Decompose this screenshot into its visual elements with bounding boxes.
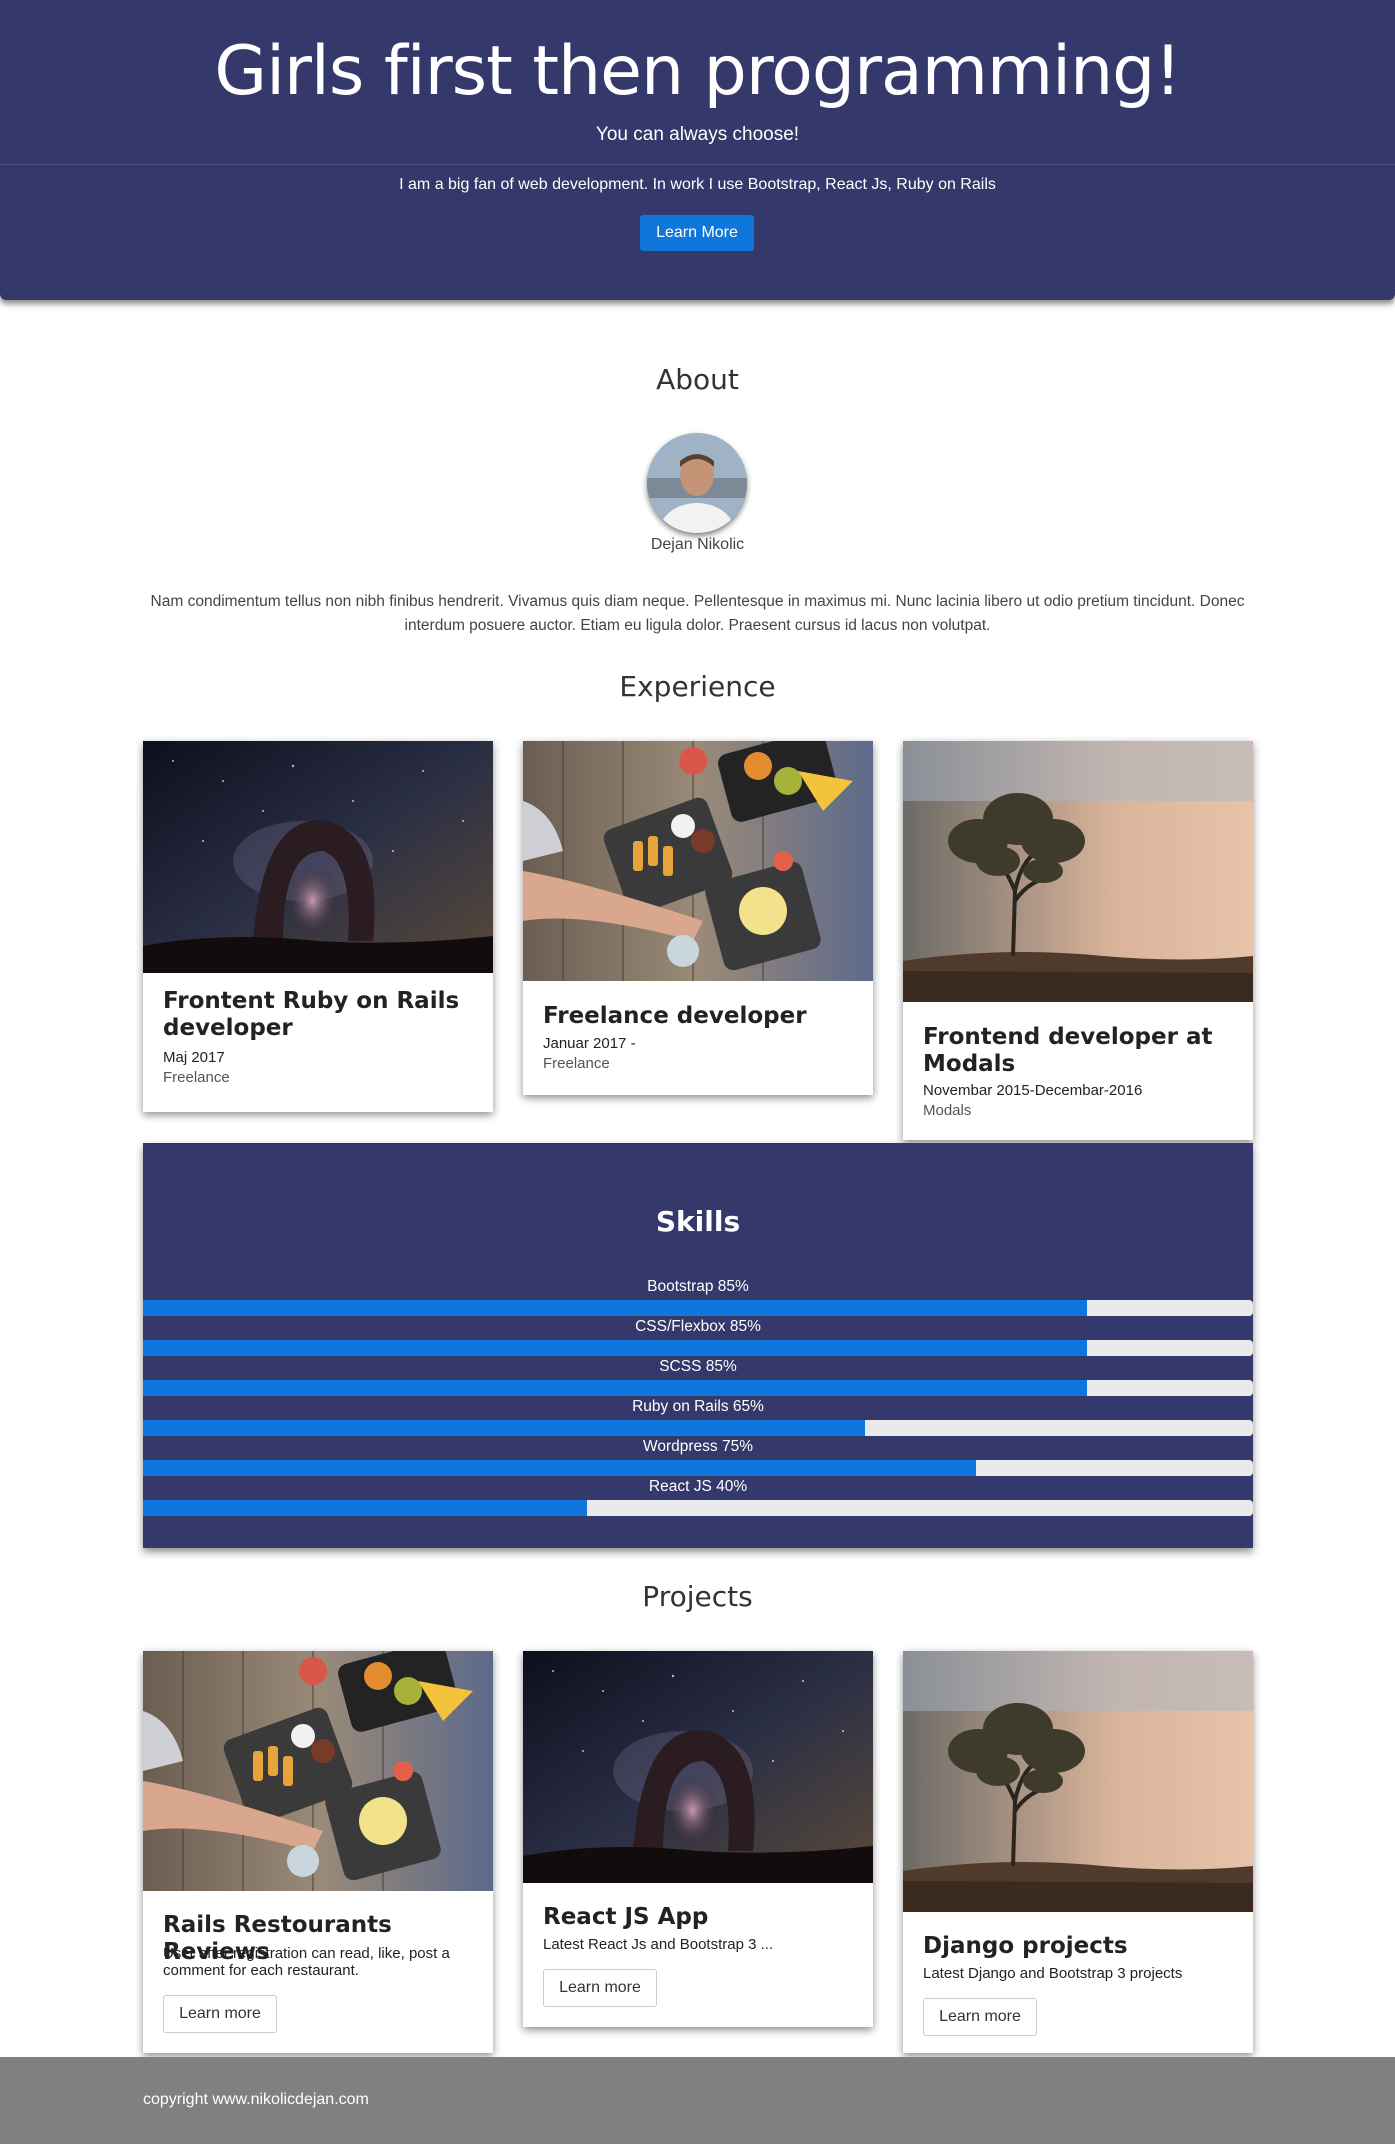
- experience-title: Experience: [619, 670, 776, 703]
- card-date: Maj 2017: [163, 1049, 225, 1066]
- card-title: Django projects: [923, 1933, 1128, 1959]
- card-company: Freelance: [163, 1069, 230, 1086]
- project-card: React JS App Latest React Js and Bootstr…: [523, 1651, 873, 2027]
- night-sky-arch-image: [523, 1651, 873, 1883]
- misty-tree-image: [903, 1651, 1253, 1912]
- skill-label: SCSS 85%: [659, 1358, 737, 1375]
- skill-progress-bar: [143, 1340, 1253, 1356]
- skill-progress-bar: [143, 1380, 1253, 1396]
- misty-tree-image: [903, 741, 1253, 1002]
- skill-progress-bar: [143, 1420, 1253, 1436]
- card-title: Frontend developer at Modals: [923, 1024, 1213, 1077]
- skill-progress-fill: [143, 1500, 587, 1516]
- skills-section: Skills Bootstrap 85% CSS/Flexbox 85% SCS…: [143, 1143, 1253, 1548]
- food-table-image: [523, 741, 873, 981]
- about-text: Nam condimentum tellus non nibh finibus …: [150, 592, 1245, 634]
- skill-progress-fill: [143, 1300, 1087, 1316]
- skill-progress-bar: [143, 1500, 1253, 1516]
- projects-title: Projects: [642, 1580, 753, 1613]
- about-title: About: [656, 363, 739, 396]
- project-card: Django projects Latest Django and Bootst…: [903, 1651, 1253, 2053]
- hero-title: Girls first then programming!: [214, 32, 1181, 111]
- card-description: User after registration can read, like, …: [163, 1945, 450, 1979]
- card-date: Januar 2017 -: [543, 1035, 636, 1052]
- skill-label: React JS 40%: [648, 1478, 748, 1495]
- skill-label: Wordpress 75%: [643, 1438, 753, 1455]
- skills-title: Skills: [655, 1205, 741, 1238]
- experience-card: Frontent Ruby on Rails developer Maj 201…: [143, 741, 493, 1112]
- card-company: Freelance: [543, 1055, 610, 1072]
- card-title: Freelance developer: [543, 1003, 807, 1029]
- skill-label: Bootstrap 85%: [647, 1278, 749, 1295]
- footer-copyright: copyright www.nikolicdejan.com: [143, 2091, 369, 2108]
- hero-section: Girls first then programming! You can al…: [0, 0, 1395, 300]
- learn-more-button[interactable]: Learn more: [543, 1969, 657, 2007]
- skill-label: CSS/Flexbox 85%: [635, 1318, 761, 1335]
- hero-divider: [0, 164, 1395, 165]
- skill-label: Ruby on Rails 65%: [632, 1398, 764, 1415]
- avatar-name: Dejan Nikolic: [650, 536, 745, 553]
- learn-more-button[interactable]: Learn more: [923, 1998, 1037, 2036]
- skill-progress-fill: [143, 1380, 1087, 1396]
- card-description: Latest Django and Bootstrap 3 projects: [923, 1965, 1183, 1982]
- skill-progress-fill: [143, 1460, 976, 1476]
- skill-progress-fill: [143, 1420, 865, 1436]
- hero-description: I am a big fan of web development. In wo…: [399, 176, 996, 193]
- avatar: [647, 433, 747, 533]
- learn-more-button[interactable]: Learn More: [640, 215, 754, 251]
- card-title: React JS App: [543, 1904, 709, 1930]
- experience-card: Frontend developer at Modals Novembar 20…: [903, 741, 1253, 1140]
- food-table-image: [143, 1651, 493, 1891]
- footer: copyright www.nikolicdejan.com: [0, 2057, 1395, 2144]
- card-date: Novembar 2015-Decembar-2016: [923, 1082, 1143, 1099]
- skill-progress-fill: [143, 1340, 1087, 1356]
- card-title: Frontent Ruby on Rails developer: [163, 988, 460, 1041]
- hero-subtitle: You can always choose!: [595, 124, 800, 145]
- card-description: Latest React Js and Bootstrap 3 ...: [543, 1936, 774, 1953]
- learn-more-button[interactable]: Learn more: [163, 1995, 277, 2033]
- project-card: Rails Restourants Reviews User after reg…: [143, 1651, 493, 2053]
- night-sky-arch-image: [143, 741, 493, 973]
- card-company: Modals: [923, 1102, 972, 1119]
- skill-progress-bar: [143, 1300, 1253, 1316]
- experience-card: Freelance developer Januar 2017 - Freela…: [523, 741, 873, 1095]
- skill-progress-bar: [143, 1460, 1253, 1476]
